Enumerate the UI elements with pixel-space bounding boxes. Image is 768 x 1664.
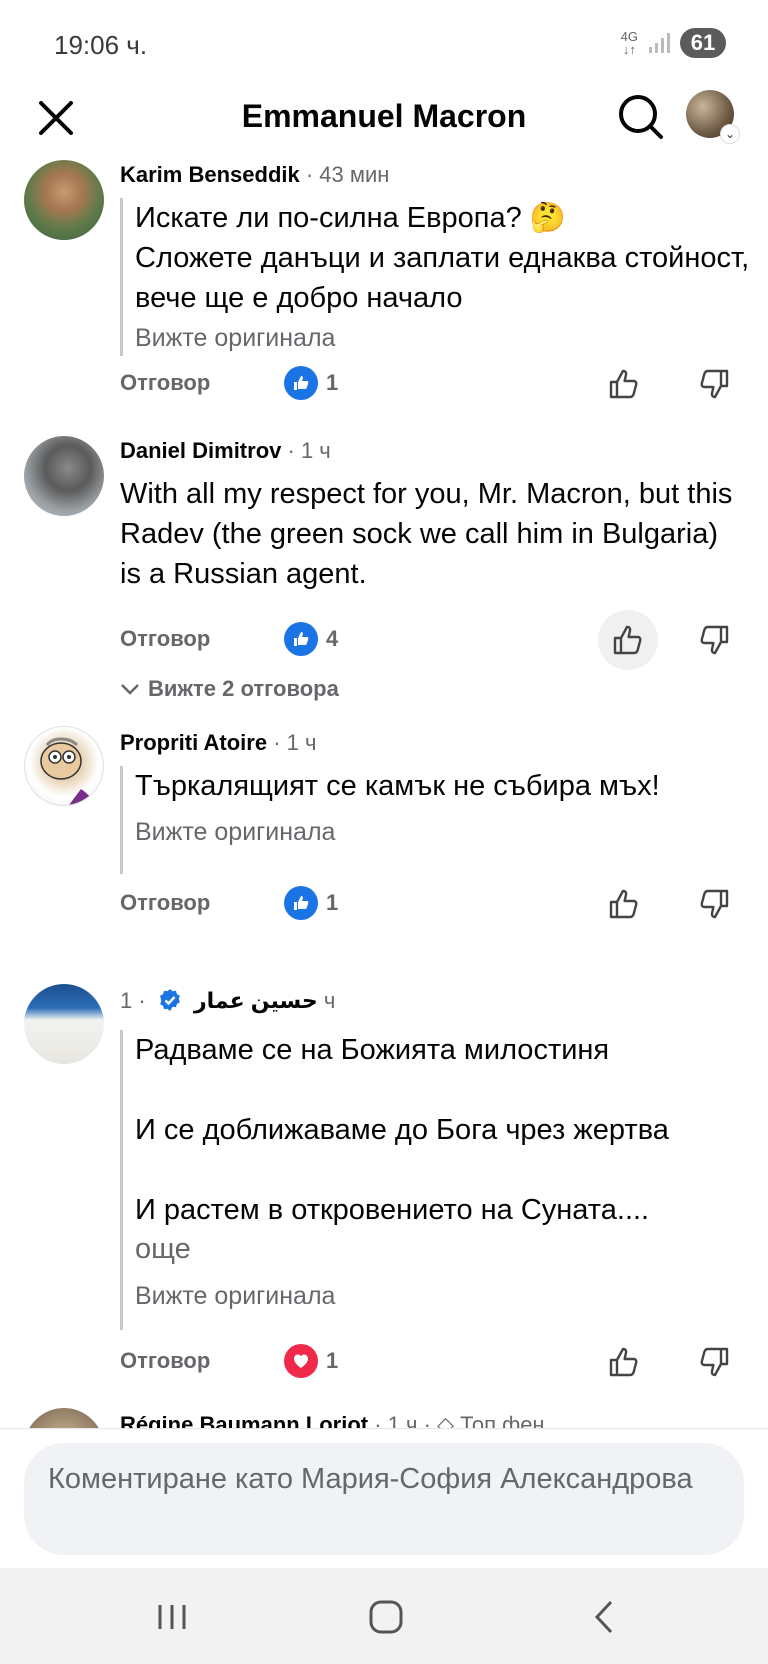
translated-quote: Радваме се на Божията милостиня И се доб… bbox=[120, 1030, 669, 1330]
comments-feed[interactable]: Karim Benseddik · 43 мин Искате ли по-си… bbox=[0, 160, 768, 1428]
comment-header: Daniel Dimitrov · 1 ч bbox=[120, 438, 331, 464]
heart-icon bbox=[284, 1344, 318, 1378]
comment-time: · 43 мин bbox=[305, 162, 390, 187]
system-navigation-bar bbox=[0, 1568, 768, 1664]
comment-text: Радваме се на Божията милостиня И се доб… bbox=[135, 1034, 669, 1226]
avatar[interactable] bbox=[24, 726, 104, 806]
chevron-down-icon: ⌄ bbox=[720, 124, 740, 144]
reaction-summary[interactable]: 4 bbox=[284, 622, 338, 656]
author-name[interactable]: حسين عمار bbox=[194, 988, 318, 1013]
thumbs-up-icon bbox=[609, 889, 638, 919]
comment-text: Искате ли по-силна Европа? 🤔 Сложете дан… bbox=[135, 202, 750, 314]
comment-input[interactable]: Коментиране като Мария-София Александров… bbox=[24, 1443, 744, 1555]
thumbs-up-icon bbox=[613, 625, 642, 655]
thumbs-down-icon bbox=[700, 369, 729, 399]
avatar[interactable] bbox=[24, 160, 104, 240]
thumbs-up-icon bbox=[609, 1347, 638, 1377]
dislike-button[interactable] bbox=[692, 362, 736, 406]
reaction-count: 1 bbox=[326, 370, 339, 395]
verified-icon bbox=[159, 989, 180, 1011]
author-name[interactable]: Régine Baumann Loriot bbox=[120, 1412, 368, 1428]
comment-time: · 1 ч bbox=[287, 438, 331, 463]
comment-header: Propriti Atoire · 1 ч bbox=[120, 730, 316, 756]
like-button[interactable] bbox=[602, 362, 646, 406]
see-more-link[interactable]: още bbox=[135, 1230, 669, 1268]
network-indicator: 4G ↓↑ bbox=[621, 30, 638, 56]
battery-badge: 61 bbox=[680, 28, 726, 58]
status-icons: 4G ↓↑ 61 bbox=[621, 28, 726, 58]
author-name[interactable]: Propriti Atoire bbox=[120, 730, 267, 755]
comment-header: حسين عمار · 1 ч bbox=[120, 988, 335, 1014]
dislike-button[interactable] bbox=[692, 1340, 736, 1384]
comment-text: Търкалящият се камък не събира мъх! bbox=[135, 770, 660, 802]
comment-composer-bar: Коментиране като Мария-София Александров… bbox=[0, 1428, 768, 1568]
recents-button[interactable] bbox=[142, 1592, 202, 1642]
reply-button[interactable]: Отговор bbox=[120, 1348, 210, 1374]
thumbs-up-icon bbox=[284, 886, 318, 920]
view-replies-button[interactable]: Вижте 2 отговора bbox=[120, 676, 339, 702]
thumbs-down-icon bbox=[700, 625, 729, 655]
like-button[interactable] bbox=[602, 882, 646, 926]
chevron-down-icon bbox=[121, 684, 139, 695]
author-name[interactable]: Daniel Dimitrov bbox=[120, 438, 281, 463]
see-original-link[interactable]: Вижте оригинала bbox=[135, 1282, 669, 1311]
avatar[interactable] bbox=[24, 436, 104, 516]
see-original-link[interactable]: Вижте оригинала bbox=[135, 324, 768, 353]
home-button[interactable] bbox=[356, 1592, 416, 1642]
dislike-button[interactable] bbox=[692, 618, 736, 662]
reply-button[interactable]: Отговор bbox=[120, 626, 210, 652]
dislike-button[interactable] bbox=[692, 882, 736, 926]
header: Emmanuel Macron ⌄ bbox=[0, 90, 768, 154]
search-button[interactable] bbox=[616, 92, 666, 142]
avatar[interactable] bbox=[24, 1408, 104, 1428]
recents-icon bbox=[158, 1605, 186, 1629]
author-name[interactable]: Karim Benseddik bbox=[120, 162, 300, 187]
comment-text: With all my respect for you, Mr. Macron,… bbox=[120, 478, 733, 590]
reaction-count: 1 bbox=[326, 890, 339, 915]
translated-quote: Искате ли по-силна Европа? 🤔 Сложете дан… bbox=[120, 198, 768, 356]
like-button[interactable] bbox=[598, 610, 658, 670]
reaction-summary[interactable]: 1 bbox=[284, 1344, 338, 1378]
translated-quote: Търкалящият се камък не събира мъх! Вижт… bbox=[120, 766, 660, 874]
reply-button[interactable]: Отговор bbox=[120, 890, 210, 916]
thumbs-down-icon bbox=[700, 1347, 729, 1377]
reaction-count: 4 bbox=[326, 626, 339, 651]
top-fan-icon: ◇ bbox=[437, 1412, 454, 1428]
reaction-summary[interactable]: 1 bbox=[284, 366, 338, 400]
comment-input-placeholder: Коментиране като Мария-София Александров… bbox=[48, 1463, 693, 1495]
comment-actions: Отговор 1 bbox=[120, 362, 740, 406]
search-icon bbox=[619, 95, 663, 139]
comment-header: Régine Baumann Loriot · 1 ч · ◇ Топ фен bbox=[120, 1412, 545, 1428]
cartoon-avatar-icon bbox=[40, 737, 95, 805]
reaction-count: 1 bbox=[326, 1348, 339, 1373]
thumbs-up-icon bbox=[284, 622, 318, 656]
thumbs-down-icon bbox=[700, 889, 729, 919]
profile-menu-button[interactable]: ⌄ bbox=[686, 90, 740, 144]
reaction-summary[interactable]: 1 bbox=[284, 886, 338, 920]
top-fan-badge: Топ фен bbox=[460, 1412, 545, 1428]
signal-icon bbox=[649, 33, 670, 53]
comment-actions: Отговор 1 bbox=[120, 882, 740, 926]
avatar[interactable] bbox=[24, 984, 104, 1064]
back-button[interactable] bbox=[574, 1592, 634, 1642]
status-time: 19:06 ч. bbox=[54, 30, 148, 60]
comment-time: · 1 ч bbox=[273, 730, 317, 755]
comment-header: Karim Benseddik · 43 мин bbox=[120, 162, 389, 188]
reply-button[interactable]: Отговор bbox=[120, 370, 210, 396]
thumbs-up-icon bbox=[284, 366, 318, 400]
thumbs-up-icon bbox=[609, 369, 638, 399]
home-icon bbox=[369, 1600, 403, 1634]
comment-actions: Отговор 4 bbox=[120, 610, 740, 670]
see-original-link[interactable]: Вижте оригинала bbox=[135, 818, 660, 847]
status-bar: 19:06 ч. 4G ↓↑ 61 bbox=[0, 0, 768, 90]
comment-actions: Отговор 1 bbox=[120, 1340, 740, 1384]
like-button[interactable] bbox=[602, 1340, 646, 1384]
view-replies-label: Вижте 2 отговора bbox=[148, 676, 339, 701]
comment-time: · 1 ч · bbox=[374, 1412, 431, 1428]
data-arrows-icon: ↓↑ bbox=[622, 42, 636, 57]
back-icon bbox=[594, 1600, 613, 1634]
